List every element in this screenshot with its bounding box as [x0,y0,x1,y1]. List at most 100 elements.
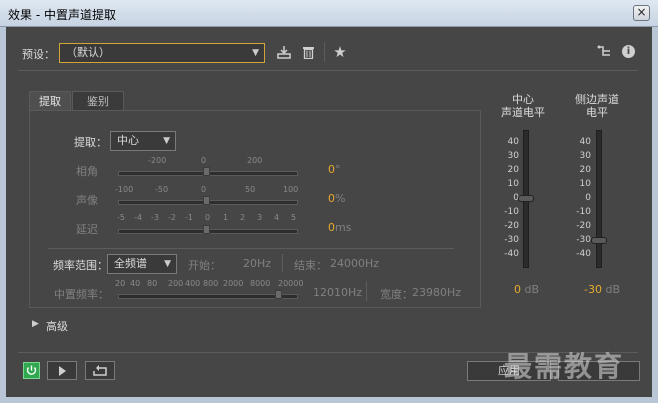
scale-label: -40 [504,249,519,259]
center-meter-title: 中心 声道电平 [496,93,550,119]
end-unit: Hz [365,257,380,270]
trash-icon[interactable] [300,45,316,63]
start-label: 开始： [188,259,221,272]
tick-label: 800 [203,279,219,288]
tick-label: -2 [168,213,176,222]
extract-panel: 提取： 中心 ▼ 相角 -200 0 200 0° 声像 -100 -50 0 … [29,110,481,308]
tick-label: -1 [185,213,193,222]
side-level-unit: dB [605,283,620,296]
preset-dropdown[interactable]: （默认） ▼ [59,43,265,63]
triangle-right-icon[interactable]: ▶ [32,319,39,329]
chevron-down-icon: ▼ [163,136,170,146]
width-value: 23980 [412,286,447,299]
power-icon[interactable] [23,362,40,379]
phase-ticks: -200 0 200 [115,156,295,166]
center-frequency-slider[interactable] [118,294,298,299]
extract-label: 提取： [74,136,107,149]
delay-readout[interactable]: 0ms [328,221,351,234]
scale-label: 0 [585,193,591,203]
side-level-value: -30 [584,283,602,296]
window-frame-right [652,27,658,403]
delay-value: 0 [328,221,335,234]
scale-label: -10 [504,207,519,217]
tick-label: 20000 [278,279,304,288]
preset-value: （默认） [66,46,110,59]
start-unit: Hz [257,257,272,270]
info-icon[interactable]: i [622,45,635,58]
title-bar: 效果 - 中置声道提取 × [0,0,658,27]
scale-label: 20 [507,165,519,175]
side-level-readout[interactable]: -30 dB [584,283,620,296]
tick-label: -50 [155,185,169,194]
end-readout[interactable]: 24000Hz [330,257,379,270]
tick-label: 20 [115,279,126,288]
pan-ticks: -100 -50 0 50 100 [115,185,300,195]
scale-label: 30 [507,151,519,161]
frequency-range-value: 全频谱 [114,257,147,270]
tick-label: 1 [223,213,229,222]
preset-separator [18,70,638,71]
tick-label: 50 [245,185,256,194]
start-readout[interactable]: 20Hz [243,257,271,270]
center-frequency-label: 中置频率： [54,288,109,301]
phase-value: 0 [328,163,335,176]
tab-discriminate[interactable]: 鉴别 [72,91,124,111]
center-meter-knob[interactable] [518,195,534,202]
tick-label: -100 [115,185,134,194]
advanced-toggle-label[interactable]: 高级 [46,318,68,334]
window-frame-bottom [0,397,658,403]
watermark-logo: 最需教育 [504,350,625,383]
scale-label: 40 [579,137,591,147]
side-meter-knob[interactable] [591,237,607,244]
tick-label: 4 [274,213,280,222]
extract-value: 中心 [117,134,139,147]
window-title: 效果 - 中置声道提取 [8,8,116,22]
center-level-unit: dB [524,283,540,296]
tick-label: 5 [291,213,297,222]
scale-label: 20 [579,165,591,175]
tick-label: 200 [247,156,263,165]
close-button[interactable]: × [633,5,650,21]
center-meter-title-line2: 声道电平 [501,106,545,119]
tick-label: -5 [117,213,125,222]
tick-label: 3 [257,213,263,222]
field-divider [282,254,283,272]
center-frequency-readout[interactable]: 12010Hz [313,286,362,299]
scale-label: -40 [576,249,591,259]
width-unit: Hz [447,286,462,299]
tick-label: -3 [151,213,159,222]
tick-label: 8000 [250,279,271,288]
chevron-down-icon: ▼ [164,259,171,269]
frequency-range-label: 频率范围： [53,259,108,272]
scale-label: 0 [513,193,519,203]
scale-label: 10 [507,179,519,189]
scale-label: -30 [576,235,591,245]
play-icon[interactable] [47,361,77,380]
loop-icon[interactable] [85,361,115,380]
tick-label: 200 [168,279,184,288]
frequency-range-dropdown[interactable]: 全频谱 ▼ [107,254,177,274]
center-frequency-value: 12010 [313,286,348,299]
width-label: 宽度： [380,288,413,301]
tick-label: 80 [147,279,158,288]
center-frequency-slider-thumb[interactable] [275,290,282,299]
scale-label: -20 [504,221,519,231]
center-meter-title-line1: 中心 [512,93,534,106]
delay-unit: ms [335,221,352,234]
routing-icon[interactable] [596,44,612,62]
end-label: 结束： [294,259,327,272]
delay-label: 延迟 [76,223,98,236]
pan-readout[interactable]: 0% [328,192,345,205]
phase-slider-thumb[interactable] [203,167,210,176]
download-icon[interactable] [276,45,292,63]
tick-label: 40 [130,279,141,288]
pan-label: 声像 [76,194,98,207]
star-icon[interactable]: ★ [332,43,348,61]
extract-dropdown[interactable]: 中心 ▼ [110,131,176,151]
phase-readout[interactable]: 0° [328,163,341,176]
pan-slider-thumb[interactable] [203,196,210,205]
tab-extract[interactable]: 提取 [29,91,71,111]
width-readout[interactable]: 23980Hz [412,286,461,299]
delay-slider-thumb[interactable] [203,225,210,234]
center-level-readout[interactable]: 0 dB [514,283,539,296]
